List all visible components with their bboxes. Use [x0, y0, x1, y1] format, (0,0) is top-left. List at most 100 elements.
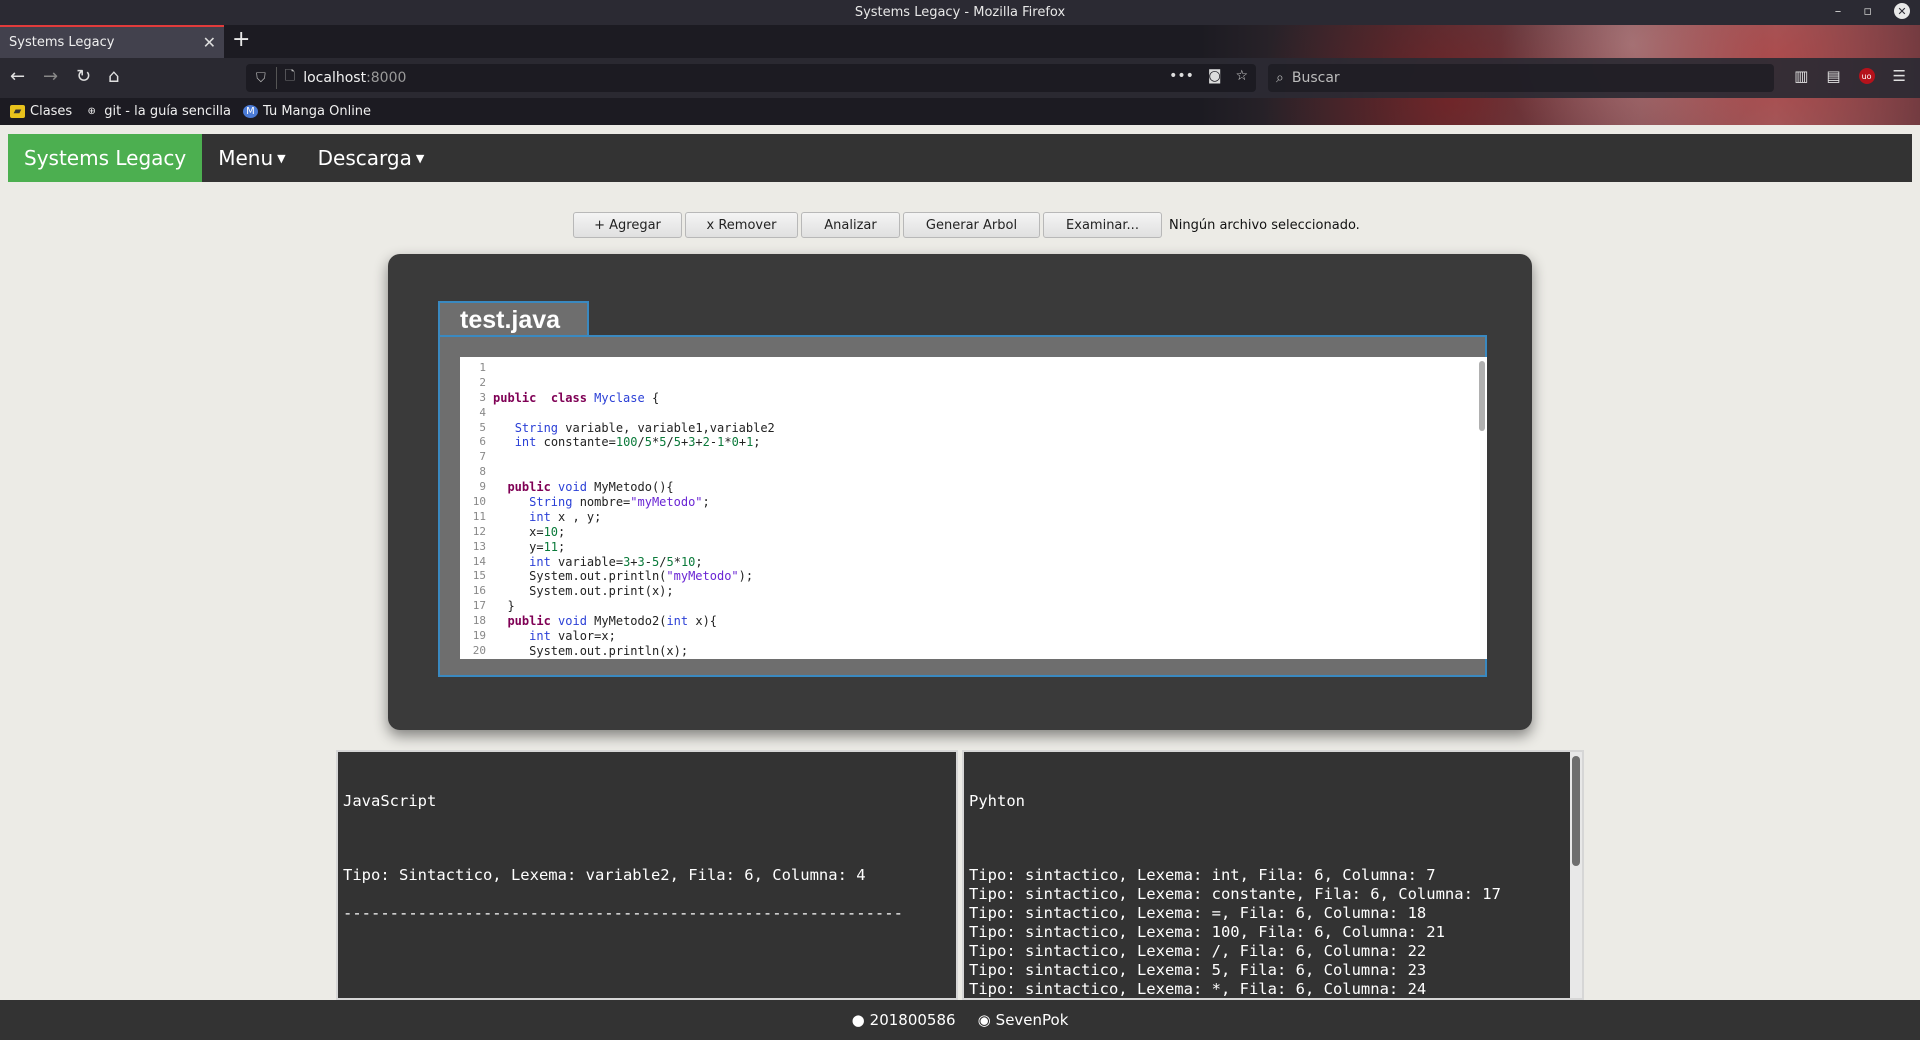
- code-line: }: [493, 599, 1473, 614]
- code-token: Myclase: [586, 390, 645, 405]
- console-line: Tipo: sintactico, Lexema: 5, Fila: 6, Co…: [969, 961, 1427, 979]
- ublock-icon[interactable]: uo: [1858, 68, 1875, 84]
- menu-label: Menu: [218, 146, 274, 170]
- code-line: public class Myclase {: [493, 391, 1473, 406]
- file-tab[interactable]: test.java: [438, 301, 589, 337]
- line-number: 10: [472, 495, 486, 509]
- minimize-icon[interactable]: –: [1835, 4, 1842, 19]
- analyze-button[interactable]: Analizar: [801, 212, 900, 238]
- page-info-icon[interactable]: 🗋: [275, 67, 295, 89]
- editor-scrollbar[interactable]: [1479, 361, 1485, 431]
- descarga-dropdown[interactable]: Descarga ▼: [302, 134, 441, 182]
- brand-link[interactable]: Systems Legacy: [8, 134, 203, 182]
- code-line: x=10;: [493, 525, 1473, 540]
- add-tab-button[interactable]: + Agregar: [573, 212, 682, 238]
- code-token: int: [529, 554, 551, 569]
- url-bar[interactable]: ⛉ 🗋 localhost:8000 ••• ◙ ☆: [246, 64, 1256, 92]
- sidebar-icon[interactable]: ▤: [1826, 67, 1840, 85]
- code-token: int: [529, 509, 551, 524]
- code-token: -: [644, 554, 652, 569]
- code-token: "myMetodo": [630, 495, 703, 510]
- library-icon[interactable]: ▥: [1794, 67, 1808, 85]
- file-browse-button[interactable]: Examinar...: [1043, 212, 1162, 238]
- scrollbar-thumb[interactable]: [1572, 756, 1580, 866]
- code-token: 10: [680, 554, 696, 569]
- bookmark-star-icon[interactable]: ☆: [1235, 68, 1248, 84]
- code-token: ;: [558, 539, 566, 554]
- code-line: int x , y;: [493, 510, 1473, 525]
- code-token: variable, variable1,variable2: [558, 420, 775, 435]
- code-token: ;: [558, 524, 566, 539]
- line-number: 19: [472, 629, 486, 643]
- tracking-shield-icon[interactable]: ⛉: [256, 71, 266, 86]
- pocket-icon[interactable]: ◙: [1208, 68, 1222, 84]
- code-token: public: [507, 480, 551, 495]
- code-token: 2: [702, 435, 710, 450]
- reload-icon[interactable]: ↻: [76, 66, 91, 87]
- code-token: 10: [543, 524, 559, 539]
- line-number: 11: [472, 509, 486, 523]
- python-console[interactable]: Pyhton Tipo: sintactico, Lexema: int, Fi…: [962, 750, 1584, 1000]
- code-token: *: [673, 554, 681, 569]
- toolbar-right: ▥ ▤ uo ☰: [1794, 67, 1906, 85]
- bookmark-tumanga[interactable]: M Tu Manga Online: [243, 104, 371, 119]
- close-window-icon[interactable]: ✕: [1894, 3, 1910, 19]
- browser-tab-active[interactable]: Systems Legacy ✕: [0, 25, 224, 58]
- console-line: Tipo: sintactico, Lexema: constante, Fil…: [969, 885, 1501, 903]
- hamburger-menu-icon[interactable]: ☰: [1893, 67, 1906, 85]
- github-icon: ◉: [977, 1011, 991, 1029]
- code-token: {: [644, 390, 660, 405]
- code-line: System.out.println("myMetodo");: [493, 569, 1473, 584]
- javascript-console-content: JavaScript Tipo: Sintactico, Lexema: var…: [338, 752, 956, 927]
- menu-dropdown[interactable]: Menu ▼: [202, 134, 301, 182]
- search-bar[interactable]: ⌕ Buscar: [1268, 64, 1774, 92]
- code-editor[interactable]: 1 2 3 4 5 6 7 8 9 10 11 12 13 14 15 16 17 18 19 20 public c…: [460, 357, 1487, 659]
- code-content[interactable]: public class Myclase { String variable, …: [493, 361, 1473, 659]
- url-actions: ••• ◙ ☆: [1169, 68, 1248, 84]
- forward-icon[interactable]: →: [43, 66, 58, 87]
- console-line: Tipo: Sintactico, Lexema: variable2, Fil…: [343, 866, 866, 884]
- code-token: ;: [695, 554, 703, 569]
- code-token: /: [637, 435, 645, 450]
- maximize-icon[interactable]: ▫: [1863, 4, 1872, 19]
- code-token: y=: [493, 539, 544, 554]
- github-link[interactable]: ◉ SevenPok: [978, 1011, 1069, 1029]
- code-token: constante=: [536, 435, 616, 450]
- code-token: x){: [688, 614, 718, 629]
- home-icon[interactable]: ⌂: [108, 66, 119, 87]
- bookmark-label: Tu Manga Online: [263, 104, 372, 119]
- generate-tree-button[interactable]: Generar Arbol: [903, 212, 1040, 238]
- url-port: :8000: [366, 70, 407, 86]
- line-number: 4: [479, 405, 486, 419]
- page-actions-icon[interactable]: •••: [1169, 68, 1194, 84]
- folder-icon: ▰: [10, 105, 25, 118]
- console-line: ----------------------------------------…: [343, 904, 903, 922]
- remove-tab-button[interactable]: x Remover: [685, 212, 798, 238]
- bookmark-clases[interactable]: ▰ Clases: [10, 104, 72, 119]
- python-console-scrollbar[interactable]: [1570, 752, 1582, 998]
- new-tab-icon[interactable]: +: [232, 27, 250, 52]
- code-token: int: [666, 614, 689, 629]
- bookmark-git[interactable]: ⊕ git - la guía sencilla: [84, 104, 232, 119]
- code-token: +: [630, 554, 638, 569]
- code-token: 5: [673, 435, 681, 450]
- line-number: 3: [479, 390, 486, 404]
- console-line: Tipo: sintactico, Lexema: *, Fila: 6, Co…: [969, 980, 1427, 998]
- javascript-console[interactable]: JavaScript Tipo: Sintactico, Lexema: var…: [336, 750, 958, 1000]
- student-id: ● 201800586: [852, 1011, 956, 1029]
- line-number-gutter: 1 2 3 4 5 6 7 8 9 10 11 12 13 14 15 16 17 18 19 20: [460, 361, 486, 659]
- tab-close-icon[interactable]: ✕: [203, 33, 216, 52]
- url-host: localhost: [303, 70, 367, 86]
- back-icon[interactable]: ←: [10, 66, 25, 87]
- globe-icon: ⊕: [87, 106, 96, 117]
